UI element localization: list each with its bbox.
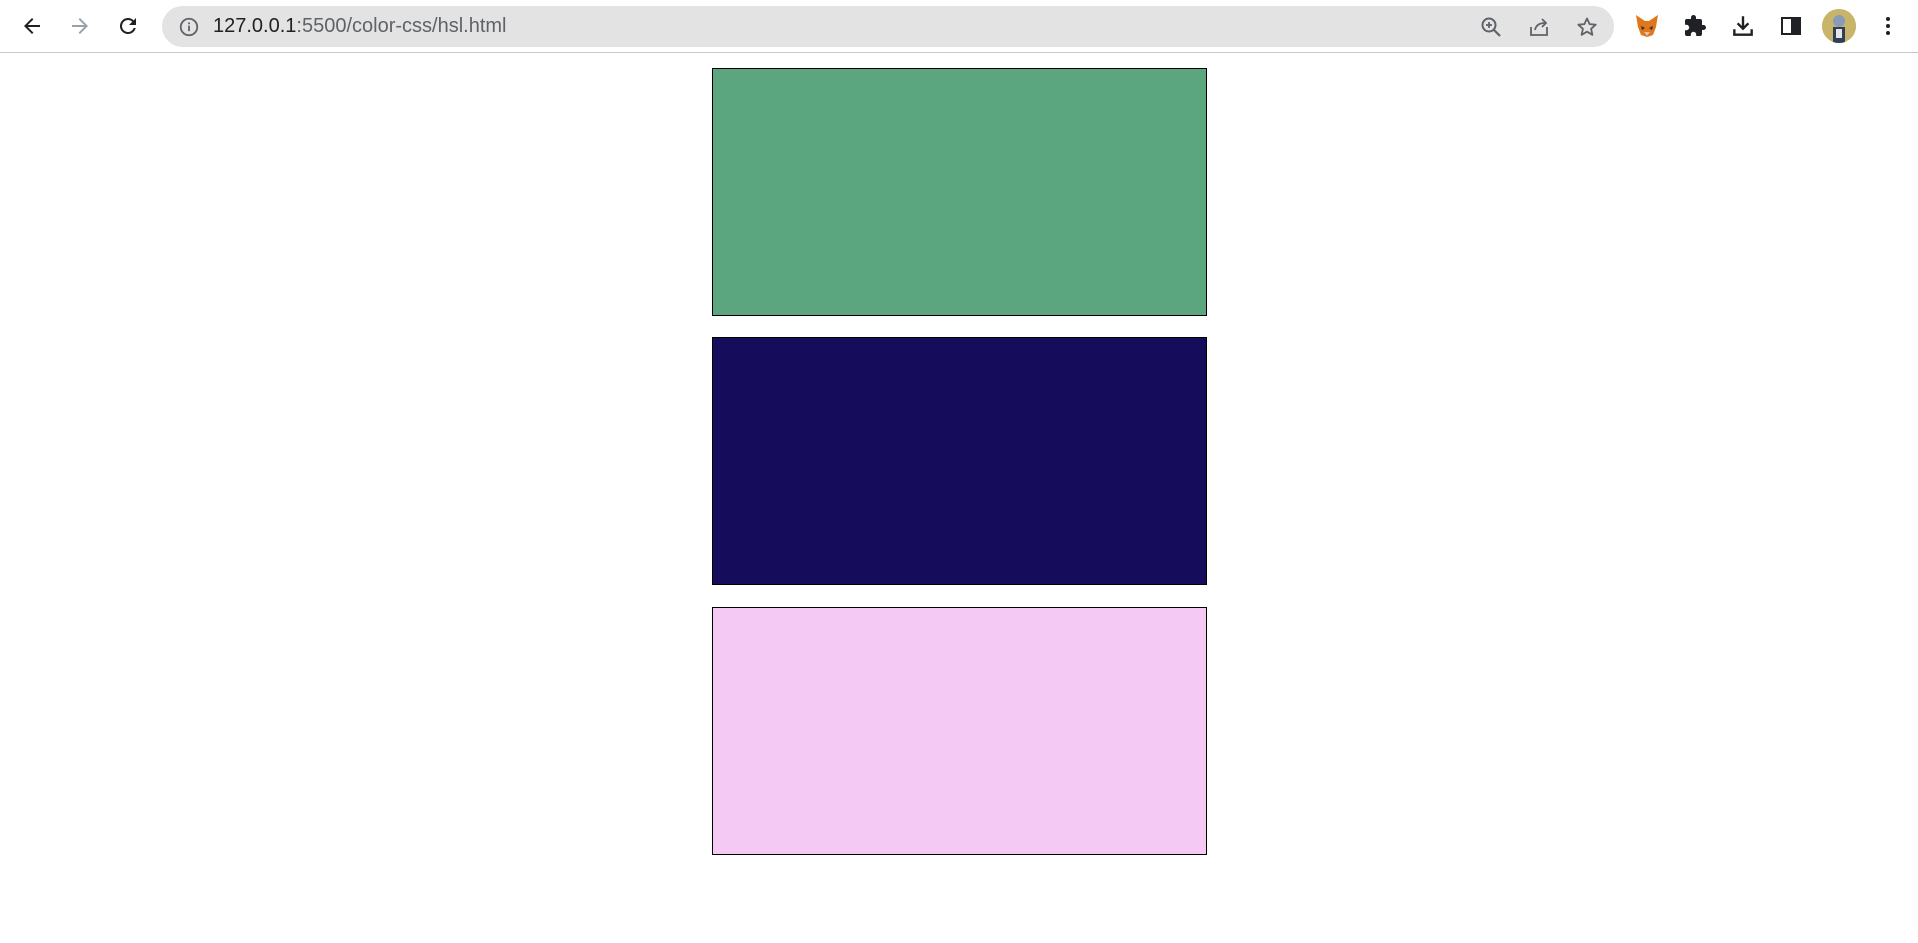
url-text[interactable]: 127.0.0.1:5500/color-css/hsl.html [213, 6, 507, 47]
side-panel-icon [1781, 17, 1801, 35]
back-arrow-icon [24, 18, 40, 34]
downloads-button[interactable] [1729, 12, 1757, 40]
reload-button[interactable] [110, 8, 146, 44]
fox-extension-button[interactable] [1633, 12, 1661, 40]
zoom-icon[interactable] [1479, 15, 1503, 39]
share-icon[interactable] [1527, 15, 1551, 39]
pink-box [712, 607, 1207, 855]
kebab-menu-icon [1886, 17, 1890, 35]
extensions-button[interactable] [1681, 12, 1709, 40]
fox-extension-icon [1636, 15, 1658, 37]
url-path: :5500/color-css/hsl.html [296, 15, 507, 37]
green-box [712, 68, 1207, 316]
url-host: 127.0.0.1 [213, 15, 297, 37]
side-panel-button[interactable] [1777, 12, 1805, 40]
avatar[interactable] [1822, 9, 1856, 43]
menu-button[interactable] [1874, 12, 1902, 40]
navy-box [712, 337, 1207, 585]
page-content [0, 54, 1918, 943]
puzzle-icon [1685, 15, 1706, 36]
forward-button[interactable] [62, 8, 98, 44]
forward-arrow-icon [72, 18, 88, 34]
star-icon[interactable] [1575, 15, 1599, 39]
download-icon [1733, 16, 1753, 36]
reload-icon [119, 17, 136, 34]
address-bar[interactable]: 127.0.0.1:5500/color-css/hsl.html [162, 6, 1614, 47]
browser-toolbar: 127.0.0.1:5500/color-css/hsl.html [0, 0, 1918, 53]
back-button[interactable] [14, 8, 50, 44]
profile-picture [1822, 9, 1856, 43]
info-icon[interactable] [178, 16, 200, 38]
